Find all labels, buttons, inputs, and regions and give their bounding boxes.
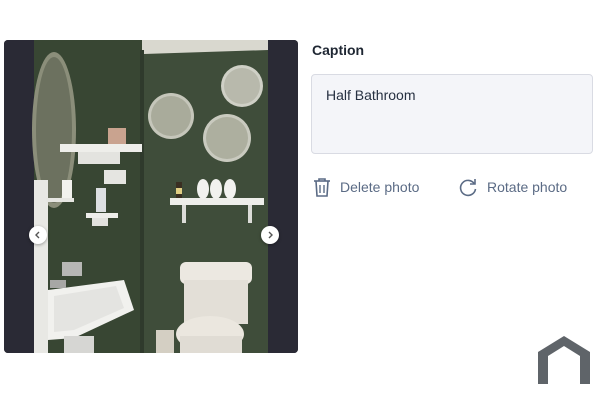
caption-label: Caption	[312, 42, 365, 58]
caption-value: Half Bathroom	[326, 87, 416, 103]
trash-icon	[314, 178, 330, 197]
rotate-icon	[459, 179, 477, 197]
chevron-left-icon	[35, 231, 40, 239]
chevron-right-icon	[268, 231, 273, 239]
caption-input[interactable]: Half Bathroom	[311, 74, 593, 154]
rotate-photo-button[interactable]: Rotate photo	[458, 176, 567, 198]
bathroom-photo	[4, 40, 298, 353]
delete-photo-label: Delete photo	[340, 179, 420, 195]
next-photo-button[interactable]	[261, 226, 279, 244]
previous-photo-button[interactable]	[29, 226, 47, 244]
house-outline-icon	[538, 336, 590, 384]
delete-photo-button[interactable]: Delete photo	[313, 176, 419, 198]
rotate-photo-label: Rotate photo	[487, 179, 568, 195]
photo-viewer	[4, 40, 298, 353]
